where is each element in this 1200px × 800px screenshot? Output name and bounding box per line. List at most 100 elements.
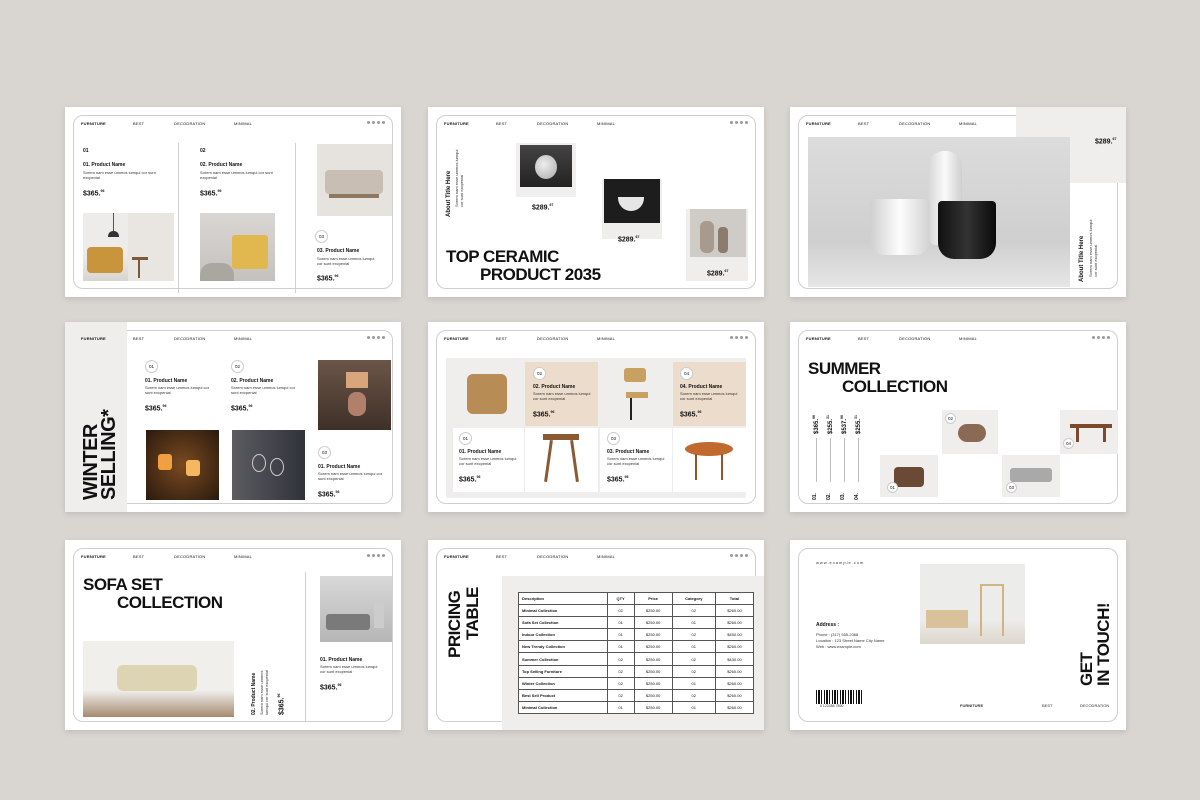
slide-title-line2: COLLECTION [842, 377, 948, 396]
footer-best: BEST [1042, 703, 1053, 708]
table-cell: 02 [671, 688, 716, 702]
nav-best: BEST [858, 336, 870, 341]
slide-title-line1: SOFA SET [83, 575, 163, 594]
product-price: $365.96 [680, 410, 702, 419]
location-text: Location : 123 Street Name City Name [816, 638, 885, 643]
footer-decoration: DECODRATION [1080, 703, 1110, 708]
product-price: $365.96 [277, 693, 286, 715]
column-line [816, 438, 817, 482]
slide-nav: FURNITURE BEST DECODRATION MINIMAL [444, 336, 748, 344]
slide-title-line1: PRICING [445, 590, 464, 658]
product-price: $365.96 [607, 475, 629, 484]
table-cell: New Trendy Collection [518, 640, 608, 654]
table-cell: $250.00 [633, 676, 673, 690]
table-cell: 02 [671, 652, 716, 666]
slide-sofa-set[interactable]: FURNITURE BEST DECODRATION MINIMAL SOFA … [65, 540, 401, 730]
item-number: 01 [83, 148, 89, 154]
nav-decoration: DECODRATION [174, 554, 206, 559]
slide-ceramic-hero[interactable]: FURNITURE BEST DECODRATION MINIMAL $289.… [790, 107, 1126, 297]
slide-nav: FURNITURE BEST DECODRATION MINIMAL [444, 554, 748, 562]
table-cell: Minimal Collection [518, 700, 608, 714]
item-number-badge: 04 [680, 367, 693, 380]
slide-summer-collection[interactable]: FURNITURE BEST DECODRATION MINIMAL SUMME… [790, 322, 1126, 512]
product-desc: Sorem nam esse ummos iumqui cor sunt exc… [145, 385, 210, 395]
table-row: New Trendy Collection 01 $250.00 01 $260.00 [518, 640, 755, 654]
divider [305, 572, 306, 722]
table-row: Best Sell Product 02 $250.00 02 $260.00 [518, 688, 755, 702]
slide-product-grid[interactable]: FURNITURE BEST DECODRATION MINIMAL 02 02… [428, 322, 764, 512]
table-row: Sofa Set Collection 01 $250.00 01 $260.00 [518, 616, 755, 630]
nav-decoration: DECODRATION [899, 121, 931, 126]
table-header-row: Description QTY Price Category Total [518, 591, 755, 606]
armchair-photo [453, 362, 524, 426]
slide-pricing-table[interactable]: FURNITURE BEST DECODRATION MINIMAL PRICI… [428, 540, 764, 730]
nav-furniture: FURNITURE [444, 121, 469, 126]
nav-furniture: FURNITURE [444, 554, 469, 559]
table-cell: $250.00 [633, 688, 673, 702]
barcode-number: 0 123456 7890 [820, 704, 844, 708]
lamps-photo [146, 430, 219, 500]
nav-minimal: MINIMAL [234, 336, 253, 341]
product-desc: Sorem nam esse ummos iumqui cor sunt exc… [607, 456, 665, 466]
table-cell: 01 [671, 640, 716, 654]
table-cell: $260.00 [714, 616, 755, 630]
pouf-chair-icon [950, 418, 994, 448]
slide-title-line1: SUMMER [808, 359, 881, 378]
item-label: 02 [945, 413, 956, 424]
table-cell: Summer Collection [518, 652, 608, 666]
table-row: Winter Collection 02 $250.00 01 $260.00 [518, 676, 755, 690]
table-cell: Indoor Collection [518, 628, 608, 642]
product-name: 01. Product Name [320, 657, 363, 663]
table-cell: Sofa Set Collection [518, 616, 608, 630]
table-cell: 02 [606, 688, 635, 702]
item-number-badge: 01 [459, 432, 472, 445]
title-in-touch: IN TOUCH! [1094, 602, 1113, 686]
product-price: $365.96 [317, 274, 339, 283]
address-title: Address : [816, 622, 840, 628]
item-number-badge: 03 [318, 446, 331, 459]
slide-nav: FURNITURE BEST DECODRATION MINIMAL [81, 336, 385, 344]
nav-minimal: MINIMAL [597, 121, 616, 126]
pendant-lights-photo [232, 430, 305, 500]
nav-best: BEST [133, 121, 145, 126]
item-number-badge: 02 [231, 360, 244, 373]
footer-furniture: FURNITURE [960, 703, 984, 708]
nav-decoration: DECODRATION [537, 121, 569, 126]
product-price: $289.67 [532, 203, 554, 212]
product-price: $289.67 [1095, 137, 1117, 146]
dots-icon [367, 554, 385, 557]
cream-sofa-photo [83, 641, 234, 717]
slide-get-in-touch[interactable]: www.example.com Address : Phone : (317) … [790, 540, 1126, 730]
product-name: 01. Product Name [145, 378, 188, 384]
dots-icon [730, 121, 748, 124]
column-header: Category [671, 591, 716, 606]
table-cell: $250.00 [633, 652, 673, 666]
table-cell: 01 [671, 700, 716, 714]
slide-top-ceramic[interactable]: FURNITURE BEST DECODRATION MINIMAL About… [428, 107, 764, 297]
product-price: $365.96 [533, 410, 555, 419]
table-cell: $250.00 [633, 616, 673, 630]
item-number-badge: 01 [145, 360, 158, 373]
about-desc: Sorem nam esse ummos iumqui cor sunt exc… [454, 149, 464, 207]
item-label: 01 [887, 482, 898, 493]
slide-winter-selling[interactable]: FURNITURE BEST DECODRATION MINIMAL WINTE… [65, 322, 401, 512]
nav-best: BEST [496, 554, 508, 559]
about-desc: Sorem nam esse ummos iumqui cor sunt exc… [1088, 219, 1098, 277]
table-cell: 02 [606, 676, 635, 690]
product-desc: Sorem nam esse ummos iumqui cor sunt exc… [459, 456, 517, 466]
table-cell: $250.00 [633, 604, 673, 618]
column-price: $255.31 [826, 415, 834, 434]
item-number-badge: 03 [607, 432, 620, 445]
table-cell: 01 [671, 616, 716, 630]
item-label: 03 [1006, 482, 1017, 493]
column-line [858, 438, 859, 482]
table-cell: 02 [671, 664, 716, 678]
nav-minimal: MINIMAL [597, 554, 616, 559]
column-header: QTY [606, 591, 635, 606]
table-cell: 01 [606, 700, 635, 714]
ceramic-bowls-photo [602, 179, 662, 239]
product-name: 04. Product Name [680, 384, 723, 390]
yellow-chair-photo [200, 213, 275, 281]
slide-product-list[interactable]: FURNITURE BEST DECODRATION MINIMAL 01 01… [65, 107, 401, 297]
table-cell: $250.00 [633, 640, 673, 654]
